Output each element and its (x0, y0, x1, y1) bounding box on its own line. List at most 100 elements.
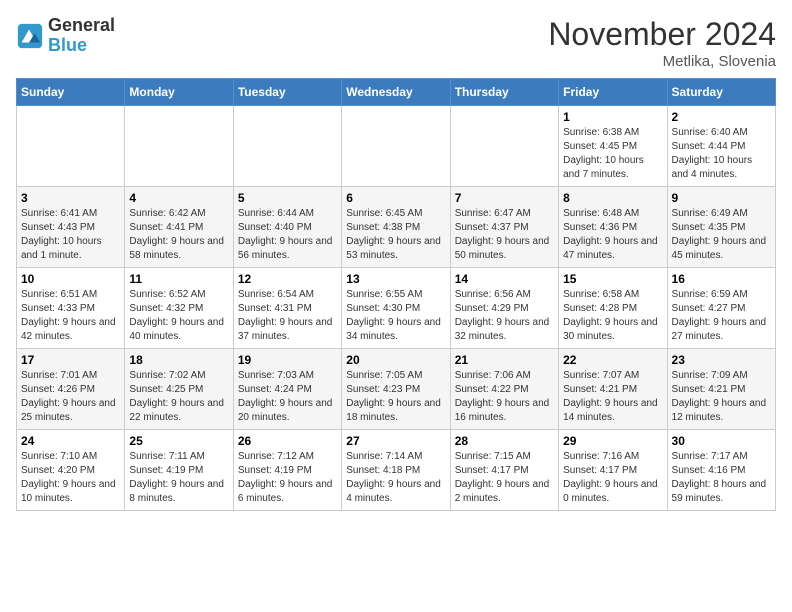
day-number: 8 (563, 191, 662, 205)
day-info: Sunrise: 6:41 AM Sunset: 4:43 PM Dayligh… (21, 207, 120, 263)
weekday-header-monday: Monday (125, 79, 233, 106)
calendar-cell: 1Sunrise: 6:38 AM Sunset: 4:45 PM Daylig… (559, 106, 667, 187)
day-number: 6 (346, 191, 445, 205)
day-number: 21 (455, 353, 554, 367)
calendar-cell: 7 Sunrise: 6:47 AM Sunset: 4:37 PM Daylig… (450, 187, 558, 268)
logo: General Blue (16, 16, 115, 56)
calendar-cell: 22 Sunrise: 7:07 AM Sunset: 4:21 PM Dayli… (559, 349, 667, 430)
calendar-cell: 20 Sunrise: 7:05 AM Sunset: 4:23 PM Dayli… (342, 349, 450, 430)
weekday-header-wednesday: Wednesday (342, 79, 450, 106)
calendar-cell: 18 Sunrise: 7:02 AM Sunset: 4:25 PM Dayli… (125, 349, 233, 430)
weekday-header-tuesday: Tuesday (233, 79, 341, 106)
day-info: Sunrise: 6:40 AM Sunset: 4:44 PM Dayligh… (672, 126, 771, 182)
calendar-cell: 15 Sunrise: 6:58 AM Sunset: 4:28 PM Dayli… (559, 268, 667, 349)
day-info: Sunrise: 6:58 AM Sunset: 4:28 PM Dayligh… (563, 288, 662, 344)
title-block: November 2024 Metlika, Slovenia (548, 16, 776, 70)
day-info: Sunrise: 6:45 AM Sunset: 4:38 PM Dayligh… (346, 207, 445, 263)
day-info: Sunrise: 6:56 AM Sunset: 4:29 PM Dayligh… (455, 288, 554, 344)
calendar-week-row: 10 Sunrise: 6:51 AM Sunset: 4:33 PM Dayli… (17, 268, 776, 349)
day-info: Sunrise: 7:11 AM Sunset: 4:19 PM Dayligh… (129, 450, 228, 506)
day-info: Sunrise: 7:16 AM Sunset: 4:17 PM Dayligh… (563, 450, 662, 506)
calendar-cell (125, 106, 233, 187)
day-info: Sunrise: 7:03 AM Sunset: 4:24 PM Dayligh… (238, 369, 337, 425)
day-number: 12 (238, 272, 337, 286)
day-number: 23 (672, 353, 771, 367)
weekday-header-row: SundayMondayTuesdayWednesdayThursdayFrid… (17, 79, 776, 106)
calendar-cell: 19 Sunrise: 7:03 AM Sunset: 4:24 PM Dayli… (233, 349, 341, 430)
calendar-cell: 12 Sunrise: 6:54 AM Sunset: 4:31 PM Dayli… (233, 268, 341, 349)
day-info: Sunrise: 7:02 AM Sunset: 4:25 PM Dayligh… (129, 369, 228, 425)
calendar-cell (233, 106, 341, 187)
day-info: Sunrise: 6:48 AM Sunset: 4:36 PM Dayligh… (563, 207, 662, 263)
day-number: 1 (563, 110, 662, 124)
logo-icon (16, 22, 44, 50)
calendar-cell (17, 106, 125, 187)
day-info: Sunrise: 6:44 AM Sunset: 4:40 PM Dayligh… (238, 207, 337, 263)
day-number: 28 (455, 434, 554, 448)
calendar-table: SundayMondayTuesdayWednesdayThursdayFrid… (16, 78, 776, 511)
day-number: 27 (346, 434, 445, 448)
calendar-week-row: 1Sunrise: 6:38 AM Sunset: 4:45 PM Daylig… (17, 106, 776, 187)
calendar-cell: 27 Sunrise: 7:14 AM Sunset: 4:18 PM Dayli… (342, 430, 450, 511)
calendar-cell (450, 106, 558, 187)
calendar-week-row: 17 Sunrise: 7:01 AM Sunset: 4:26 PM Dayli… (17, 349, 776, 430)
day-info: Sunrise: 6:49 AM Sunset: 4:35 PM Dayligh… (672, 207, 771, 263)
day-info: Sunrise: 7:06 AM Sunset: 4:22 PM Dayligh… (455, 369, 554, 425)
day-info: Sunrise: 7:01 AM Sunset: 4:26 PM Dayligh… (21, 369, 120, 425)
calendar-cell: 28 Sunrise: 7:15 AM Sunset: 4:17 PM Dayli… (450, 430, 558, 511)
day-number: 25 (129, 434, 228, 448)
day-info: Sunrise: 7:12 AM Sunset: 4:19 PM Dayligh… (238, 450, 337, 506)
calendar-cell: 16Sunrise: 6:59 AM Sunset: 4:27 PM Dayli… (667, 268, 775, 349)
day-info: Sunrise: 7:15 AM Sunset: 4:17 PM Dayligh… (455, 450, 554, 506)
calendar-cell: 2Sunrise: 6:40 AM Sunset: 4:44 PM Daylig… (667, 106, 775, 187)
page-header: General Blue November 2024 Metlika, Slov… (16, 16, 776, 70)
day-info: Sunrise: 6:52 AM Sunset: 4:32 PM Dayligh… (129, 288, 228, 344)
day-number: 19 (238, 353, 337, 367)
day-info: Sunrise: 6:42 AM Sunset: 4:41 PM Dayligh… (129, 207, 228, 263)
calendar-cell: 17 Sunrise: 7:01 AM Sunset: 4:26 PM Dayli… (17, 349, 125, 430)
day-number: 20 (346, 353, 445, 367)
day-number: 3 (21, 191, 120, 205)
day-number: 4 (129, 191, 228, 205)
weekday-header-sunday: Sunday (17, 79, 125, 106)
logo-general-text: General (48, 15, 115, 35)
logo-text: General Blue (48, 16, 115, 56)
day-number: 22 (563, 353, 662, 367)
weekday-header-thursday: Thursday (450, 79, 558, 106)
day-number: 24 (21, 434, 120, 448)
day-info: Sunrise: 6:47 AM Sunset: 4:37 PM Dayligh… (455, 207, 554, 263)
day-info: Sunrise: 6:51 AM Sunset: 4:33 PM Dayligh… (21, 288, 120, 344)
calendar-cell: 11 Sunrise: 6:52 AM Sunset: 4:32 PM Dayli… (125, 268, 233, 349)
calendar-cell: 21 Sunrise: 7:06 AM Sunset: 4:22 PM Dayli… (450, 349, 558, 430)
calendar-cell: 9Sunrise: 6:49 AM Sunset: 4:35 PM Daylig… (667, 187, 775, 268)
calendar-week-row: 24 Sunrise: 7:10 AM Sunset: 4:20 PM Dayli… (17, 430, 776, 511)
day-number: 11 (129, 272, 228, 286)
day-number: 5 (238, 191, 337, 205)
calendar-cell (342, 106, 450, 187)
calendar-cell: 10 Sunrise: 6:51 AM Sunset: 4:33 PM Dayli… (17, 268, 125, 349)
calendar-week-row: 3 Sunrise: 6:41 AM Sunset: 4:43 PM Daylig… (17, 187, 776, 268)
calendar-cell: 24 Sunrise: 7:10 AM Sunset: 4:20 PM Dayli… (17, 430, 125, 511)
day-info: Sunrise: 7:07 AM Sunset: 4:21 PM Dayligh… (563, 369, 662, 425)
day-info: Sunrise: 7:10 AM Sunset: 4:20 PM Dayligh… (21, 450, 120, 506)
calendar-cell: 4 Sunrise: 6:42 AM Sunset: 4:41 PM Daylig… (125, 187, 233, 268)
day-number: 26 (238, 434, 337, 448)
day-number: 13 (346, 272, 445, 286)
day-number: 15 (563, 272, 662, 286)
day-info: Sunrise: 7:05 AM Sunset: 4:23 PM Dayligh… (346, 369, 445, 425)
logo-blue-text: Blue (48, 35, 87, 55)
calendar-cell: 13Sunrise: 6:55 AM Sunset: 4:30 PM Dayli… (342, 268, 450, 349)
weekday-header-saturday: Saturday (667, 79, 775, 106)
day-number: 7 (455, 191, 554, 205)
day-number: 10 (21, 272, 120, 286)
day-number: 17 (21, 353, 120, 367)
day-number: 14 (455, 272, 554, 286)
day-info: Sunrise: 6:54 AM Sunset: 4:31 PM Dayligh… (238, 288, 337, 344)
day-number: 18 (129, 353, 228, 367)
day-info: Sunrise: 7:09 AM Sunset: 4:21 PM Dayligh… (672, 369, 771, 425)
day-info: Sunrise: 7:17 AM Sunset: 4:16 PM Dayligh… (672, 450, 771, 506)
calendar-cell: 29 Sunrise: 7:16 AM Sunset: 4:17 PM Dayli… (559, 430, 667, 511)
calendar-cell: 3 Sunrise: 6:41 AM Sunset: 4:43 PM Daylig… (17, 187, 125, 268)
day-number: 29 (563, 434, 662, 448)
day-info: Sunrise: 7:14 AM Sunset: 4:18 PM Dayligh… (346, 450, 445, 506)
